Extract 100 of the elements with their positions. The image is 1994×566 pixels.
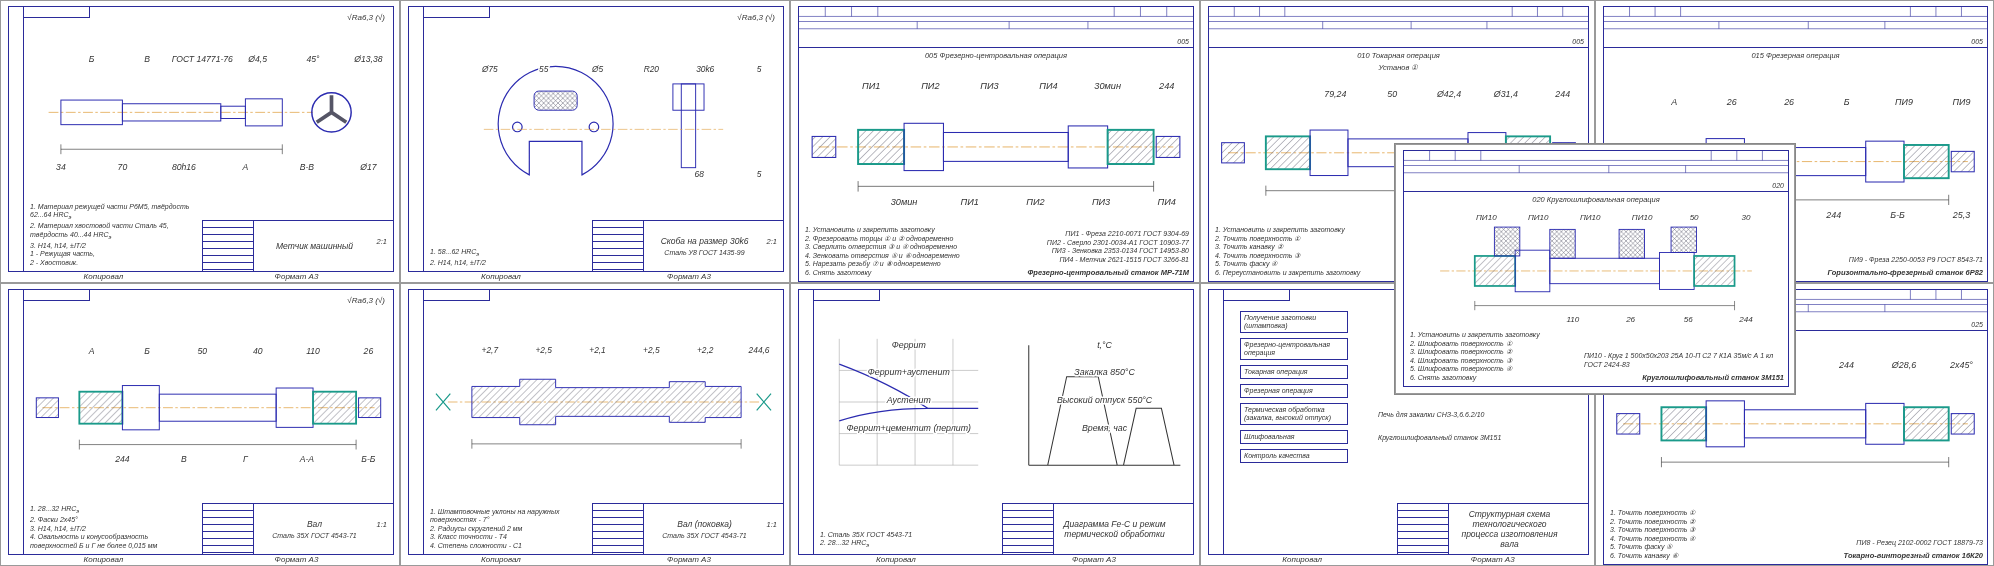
footer-text: Формат А3	[667, 272, 711, 282]
dimension-label: ПИ10	[1579, 213, 1601, 223]
dimension-label: ПИ2	[921, 81, 940, 92]
dimension-label: 40	[252, 345, 263, 356]
dimension-label: ПИ3	[1091, 196, 1111, 207]
dimension-label: 68	[694, 169, 704, 180]
dimension-label: 50	[1689, 213, 1699, 223]
dimension-label: 244	[1739, 314, 1753, 324]
footer-text: Копировал	[83, 272, 124, 282]
dimension-label: t,°C	[1097, 339, 1112, 350]
roughness-mark: √Ra6,3 (√)	[737, 13, 775, 22]
footer-text: Копировал	[481, 555, 521, 565]
footer-text: Формат А3	[274, 555, 319, 565]
dimension-label: 244	[1159, 81, 1175, 92]
footer-text: Формат А3	[274, 272, 319, 282]
dimension-label: Б	[1843, 97, 1850, 108]
dimension-label: Ø75	[481, 63, 498, 74]
drawing-title: Вал (поковка)	[677, 519, 732, 529]
dimension-label: А	[1671, 97, 1678, 108]
dimension-label: 30мин	[890, 196, 918, 207]
dimension-label: ПИ4	[1039, 81, 1058, 92]
dimension-label: Г	[243, 453, 248, 464]
dimension-label: +2,2	[696, 344, 714, 355]
dimension-label: ПИ2	[1026, 196, 1045, 207]
footer-text: Формат А3	[1470, 555, 1515, 565]
dimension-label: 30	[1741, 213, 1751, 223]
footer-text: Формат А3	[667, 555, 711, 565]
dimension-label: Ø31,4	[1493, 89, 1518, 100]
dimension-label: +2,5	[643, 344, 660, 355]
dimension-label: Ø42,4	[1437, 89, 1462, 100]
dimension-label: ГОСТ 14771-76	[171, 53, 233, 64]
drawing-title: Структурная схема технологического процесса изготовления вала	[1460, 509, 1559, 549]
dimension-label: 110	[306, 345, 320, 356]
dimension-label: ПИ10	[1631, 213, 1653, 223]
dimension-label: ПИ9	[1952, 97, 1971, 108]
dimension-label: 2х45°	[1950, 359, 1973, 370]
dimension-label: 56	[1683, 314, 1693, 324]
drawing-title: Метчик машинный	[276, 241, 353, 251]
dimension-label: 5	[756, 63, 762, 74]
dimension-label: +2,1	[589, 344, 606, 355]
dimension-label: R20	[643, 63, 660, 74]
dimension-label: Феррит+аустенит	[867, 367, 950, 378]
dimension-label: Ø13,38	[354, 53, 383, 64]
dimension-label: Ø5	[591, 63, 604, 74]
dimension-label: Б	[88, 53, 95, 64]
dimension-label: ПИ10	[1476, 213, 1497, 223]
dimension-label: 244	[1839, 359, 1854, 370]
dimension-label: 26	[1626, 314, 1636, 324]
dimension-label: А	[242, 162, 249, 173]
dimension-label: ПИ1	[862, 81, 881, 92]
dimension-label: Б-Б	[1890, 209, 1905, 220]
dimension-label: 244,6	[748, 344, 770, 355]
dimension-label: В	[144, 53, 150, 64]
dimension-label: 34	[56, 162, 66, 173]
footer-text: Копировал	[83, 555, 124, 565]
dimension-label: 244	[1555, 89, 1571, 100]
footer-text: Формат А3	[1072, 555, 1116, 565]
roughness-mark: √Ra6,3 (√)	[347, 296, 385, 305]
dimension-label: ПИ3	[980, 81, 999, 92]
dimension-label: ПИ10	[1527, 213, 1549, 223]
dimension-label: 79,24	[1324, 89, 1347, 100]
dimension-label: 80h16	[171, 162, 196, 173]
dimension-label: 45°	[306, 53, 320, 64]
dimension-label: ПИ4	[1157, 196, 1176, 207]
dimension-label: Ø17	[360, 162, 377, 173]
dimension-label: 110	[1566, 314, 1580, 324]
dimension-label: А-А	[299, 453, 315, 464]
roughness-mark: √Ra6,3 (√)	[347, 13, 385, 22]
dimension-label: В-В	[299, 162, 315, 173]
dimension-label: 50	[1387, 89, 1398, 100]
dimension-label: 25,3	[1952, 209, 1971, 220]
dimension-label: В	[181, 453, 187, 464]
dimension-label: Феррит	[891, 339, 926, 350]
dimension-label: 70	[117, 162, 128, 173]
dimension-label: 26	[363, 345, 374, 356]
drawing-title: Диаграмма Fe-C и режим термической обработки	[1061, 519, 1167, 539]
dimension-label: Ø28,6	[1891, 359, 1917, 370]
dimension-label: Закалка 850°С	[1074, 367, 1135, 378]
drawing-title: Вал	[306, 519, 323, 529]
footer-text: Копировал	[481, 272, 521, 282]
dimension-label: 244	[1826, 209, 1842, 220]
dimension-label: 26	[1784, 97, 1795, 108]
dimension-label: Б	[144, 345, 150, 356]
dimension-label: 50	[197, 345, 208, 356]
dimension-label: А	[88, 345, 95, 356]
dimension-label: 30k6	[696, 63, 715, 74]
dimension-label: ПИ1	[960, 196, 979, 207]
dimension-label: 26	[1726, 97, 1737, 108]
dimension-label: Б-Б	[361, 453, 376, 464]
footer-text: Копировал	[876, 555, 916, 565]
dimension-label: +2,5	[535, 344, 552, 355]
dimension-label: 5	[756, 169, 762, 180]
dimension-label: ПИ9	[1895, 97, 1913, 108]
dimension-label: 30мин	[1094, 81, 1121, 92]
dimension-label: Ø4,5	[248, 53, 268, 64]
drawing-title: Скоба на размер 30k6	[660, 236, 749, 246]
footer-text: Копировал	[1282, 555, 1323, 565]
dimension-label: Феррит+цементит (перлит)	[846, 423, 971, 434]
dimension-label: +2,7	[481, 344, 499, 355]
dimension-label: 244	[115, 453, 130, 464]
